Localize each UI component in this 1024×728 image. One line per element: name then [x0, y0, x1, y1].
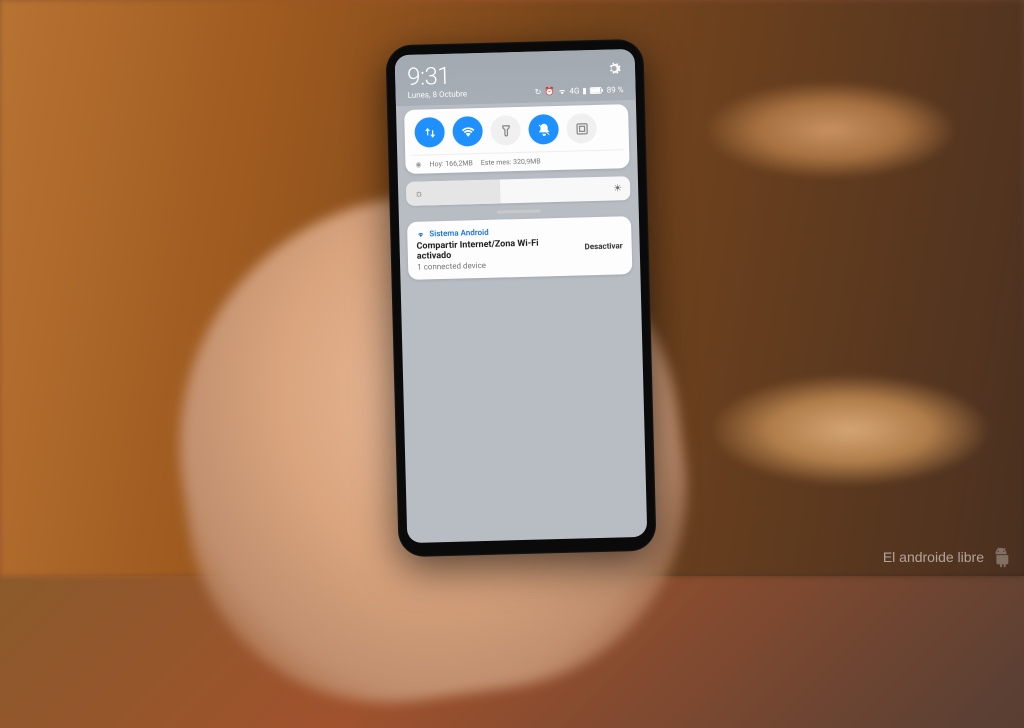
data-today-label: Hoy:	[429, 160, 443, 168]
battery-label: 89 %	[607, 85, 624, 94]
screenshot-icon	[574, 121, 589, 136]
watermark: El androide libre	[883, 546, 1012, 568]
notification-app-name: Sistema Android	[429, 228, 489, 239]
quick-toggles-row	[410, 112, 623, 148]
data-today-value: 166,2MB	[445, 159, 473, 168]
dnd-toggle[interactable]	[528, 114, 559, 145]
network-label: 4G	[569, 86, 579, 95]
status-bar-area: 9:31 Lunes, 8 Octubre ↻ ⏰ 4G ▮ 89 %	[395, 49, 636, 106]
settings-button[interactable]	[605, 59, 623, 77]
status-date: Lunes, 8 Octubre	[408, 89, 468, 100]
data-usage-row: ◉ Hoy: 166,2MB Este mes: 320,9MB	[411, 149, 623, 169]
bell-off-icon	[536, 122, 551, 137]
wifi-icon	[460, 124, 475, 139]
data-arrows-icon	[422, 125, 437, 140]
panel-drag-handle[interactable]	[497, 209, 541, 213]
signal-icon: ▮	[582, 86, 587, 95]
data-toggle[interactable]	[414, 117, 445, 148]
status-icons: ↻ ⏰ 4G ▮ 89 %	[535, 85, 624, 96]
brightness-high-icon: ☀	[613, 183, 622, 194]
phone-screen: 9:31 Lunes, 8 Octubre ↻ ⏰ 4G ▮ 89 %	[395, 49, 648, 543]
data-usage-icon: ◉	[415, 161, 421, 169]
android-icon	[990, 546, 1012, 568]
gear-icon	[605, 59, 623, 77]
data-month-value: 320,9MB	[513, 157, 541, 166]
alarm-icon: ⏰	[544, 87, 554, 96]
notification-title: Compartir Internet/Zona Wi-Fi activado	[416, 238, 574, 262]
screenshot-toggle[interactable]	[566, 113, 597, 144]
notification-body: Sistema Android Compartir Internet/Zona …	[416, 226, 575, 272]
notification-action-button[interactable]: Desactivar	[580, 241, 622, 251]
wifi-toggle[interactable]	[452, 116, 483, 147]
brightness-low-icon: ☼	[414, 188, 423, 199]
phone-frame: 9:31 Lunes, 8 Octubre ↻ ⏰ 4G ▮ 89 %	[385, 39, 656, 558]
flashlight-icon	[498, 123, 513, 138]
battery-icon	[590, 87, 604, 94]
flashlight-toggle[interactable]	[490, 115, 521, 146]
notification-app-row: Sistema Android	[416, 226, 574, 239]
data-month-label: Este mes:	[481, 158, 512, 167]
watermark-text: El androide libre	[883, 549, 984, 565]
brightness-slider[interactable]: ☼ ☀	[406, 176, 631, 206]
hotspot-icon	[416, 229, 425, 238]
sync-icon: ↻	[535, 87, 542, 96]
quick-settings-panel: ◉ Hoy: 166,2MB Este mes: 320,9MB	[404, 104, 630, 174]
wifi-icon	[557, 87, 566, 96]
notification-card[interactable]: Sistema Android Compartir Internet/Zona …	[407, 216, 632, 280]
